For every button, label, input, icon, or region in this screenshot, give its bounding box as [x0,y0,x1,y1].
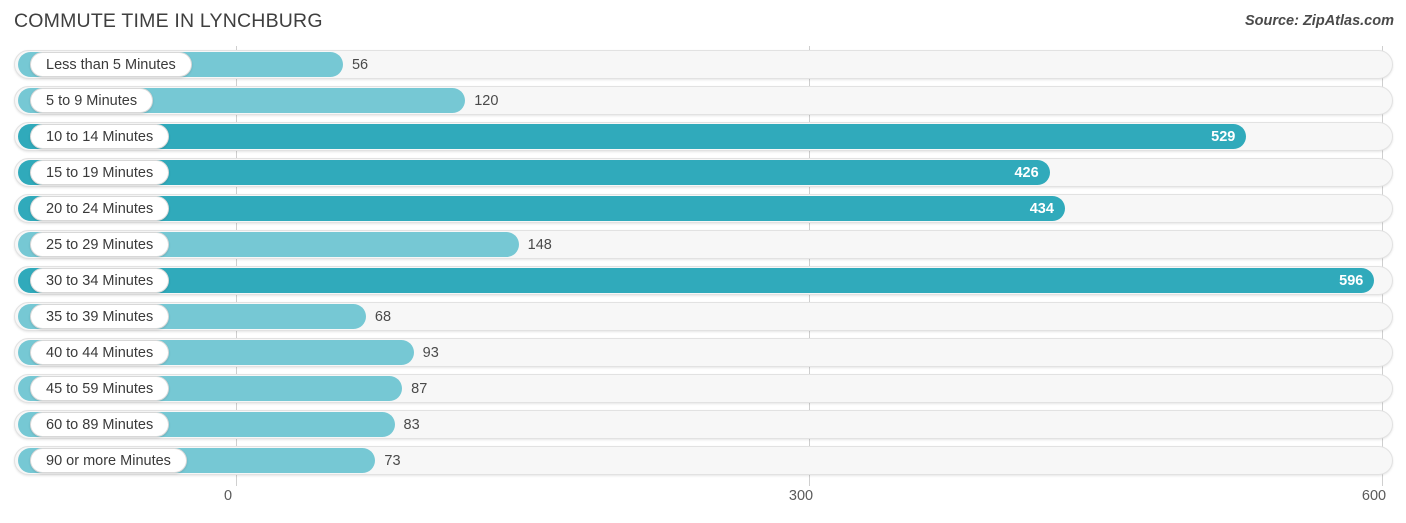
bar-category-label[interactable]: 45 to 59 Minutes [30,376,170,401]
bar-value-label: 426 [1014,164,1039,181]
bar-category-label[interactable]: Less than 5 Minutes [30,52,192,77]
bar-category-label[interactable]: 15 to 19 Minutes [30,160,170,185]
bar-category-label[interactable]: 30 to 34 Minutes [30,268,170,293]
page-title: COMMUTE TIME IN LYNCHBURG [14,10,323,32]
bar-category-label[interactable]: 10 to 14 Minutes [30,124,170,149]
x-axis: 0 300 600 [0,486,1406,523]
bar-value-label: 83 [403,417,420,433]
bar-value-label: 56 [351,57,369,73]
bar-category-label[interactable]: 5 to 9 Minutes [30,88,154,113]
bar-value-label: 73 [384,453,401,469]
bar-row[interactable]: 93 40 to 44 Minutes [0,338,1406,368]
bar-row[interactable]: 87 45 to 59 Minutes [0,374,1406,404]
bar-category-label[interactable]: 40 to 44 Minutes [30,340,170,365]
chart-header: COMMUTE TIME IN LYNCHBURG Source: ZipAtl… [0,0,1406,44]
x-axis-tick-label: 0 [223,488,233,504]
bar-value-label: 596 [1339,272,1364,289]
bar-value-label: 93 [422,345,439,361]
bar-row[interactable]: 68 35 to 39 Minutes [0,302,1406,332]
bar-value-label: 434 [1029,200,1054,217]
bar-category-label[interactable]: 25 to 29 Minutes [30,232,170,257]
bar-fill[interactable]: 426 [18,160,1050,185]
bar-row[interactable]: 596 30 to 34 Minutes [0,266,1406,296]
bar-value-label: 148 [527,237,552,253]
x-axis-tick-label: 600 [1361,488,1387,504]
bar-category-label[interactable]: 35 to 39 Minutes [30,304,170,329]
bar-category-label[interactable]: 60 to 89 Minutes [30,412,170,437]
bar-rows: 56 Less than 5 Minutes 120 5 to 9 Minutes 52… [0,46,1406,482]
bar-row[interactable]: 83 60 to 89 Minutes [0,410,1406,440]
bar-category-label[interactable]: 20 to 24 Minutes [30,196,170,221]
source-attribution: Source: ZipAtlas.com [1244,13,1394,29]
bar-value-label: 120 [474,93,499,109]
bar-fill[interactable]: 434 [18,196,1065,221]
bar-row[interactable]: 56 Less than 5 Minutes [0,50,1406,80]
bar-row[interactable]: 73 90 or more Minutes [0,446,1406,476]
bar-value-label: 529 [1211,128,1236,145]
bar-fill[interactable]: 596 [18,268,1375,293]
bar-row[interactable]: 434 20 to 24 Minutes [0,194,1406,224]
x-axis-tick-label: 300 [788,488,814,504]
bar-value-label: 68 [374,309,392,325]
bar-row[interactable]: 426 15 to 19 Minutes [0,158,1406,188]
bar-value-label: 87 [411,381,428,397]
chart-plot-area: 56 Less than 5 Minutes 120 5 to 9 Minutes 52… [0,46,1406,486]
bar-row[interactable]: 120 5 to 9 Minutes [0,86,1406,116]
bar-row[interactable]: 529 10 to 14 Minutes [0,122,1406,152]
bar-row[interactable]: 148 25 to 29 Minutes [0,230,1406,260]
bar-category-label[interactable]: 90 or more Minutes [30,448,187,473]
bar-fill[interactable]: 529 [18,124,1247,149]
